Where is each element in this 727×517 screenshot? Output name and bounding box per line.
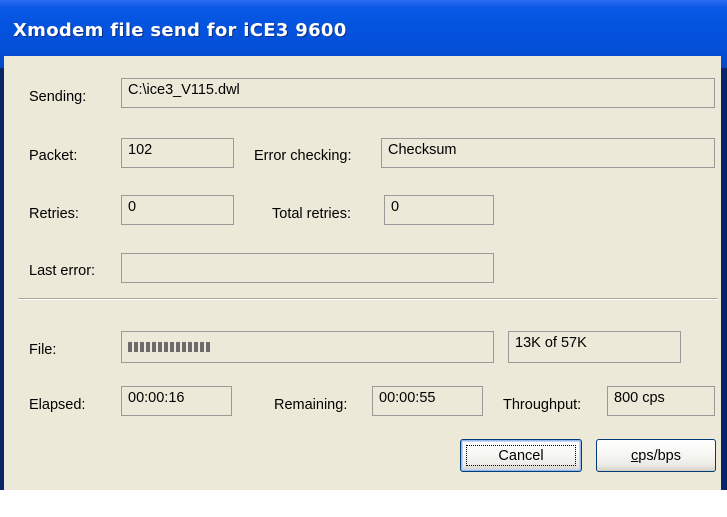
cps-bps-button-label: cps/bps [631, 447, 681, 464]
progress-segment [134, 342, 138, 352]
progress-segment [152, 342, 156, 352]
packet-label: Packet: [29, 148, 78, 164]
progress-segment [176, 342, 180, 352]
window-title: Xmodem file send for iCE3 9600 [13, 20, 347, 41]
progress-segment [206, 342, 210, 352]
error-checking-label: Error checking: [254, 148, 352, 164]
throughput-label: Throughput: [503, 397, 582, 413]
packet-field: 102 [121, 138, 234, 168]
cancel-button[interactable]: Cancel [460, 439, 582, 472]
progress-segment [128, 342, 132, 352]
cancel-button-label: Cancel [498, 447, 544, 464]
progress-segment [158, 342, 162, 352]
total-retries-field: 0 [384, 195, 494, 225]
remaining-label: Remaining: [274, 397, 348, 413]
progress-segment [182, 342, 186, 352]
progress-segment [146, 342, 150, 352]
separator [18, 298, 718, 300]
xmodem-dialog: Xmodem file send for iCE3 9600 Sending: … [0, 0, 727, 490]
retries-label: Retries: [29, 206, 79, 222]
progress-segment [170, 342, 174, 352]
sending-file-field: C:\ice3_V115.dwl [121, 78, 715, 108]
progress-segment [164, 342, 168, 352]
cps-bps-toggle-button[interactable]: cps/bps [596, 439, 716, 472]
dialog-body: Sending: C:\ice3_V115.dwl Packet: 102 Er… [4, 56, 721, 490]
progress-segment [194, 342, 198, 352]
progress-segment [200, 342, 204, 352]
last-error-label: Last error: [29, 263, 96, 279]
remaining-field: 00:00:55 [372, 386, 483, 416]
total-retries-label: Total retries: [272, 206, 351, 222]
error-checking-field: Checksum [381, 138, 715, 168]
file-label: File: [29, 342, 57, 358]
progress-segment [188, 342, 192, 352]
last-error-field [121, 253, 494, 283]
elapsed-field: 00:00:16 [121, 386, 232, 416]
retries-field: 0 [121, 195, 234, 225]
sending-label: Sending: [29, 89, 87, 105]
file-size-progress: 13K of 57K [508, 331, 681, 363]
progress-segment [140, 342, 144, 352]
file-progress-bar [121, 331, 494, 363]
throughput-field: 800 cps [607, 386, 715, 416]
elapsed-label: Elapsed: [29, 397, 86, 413]
